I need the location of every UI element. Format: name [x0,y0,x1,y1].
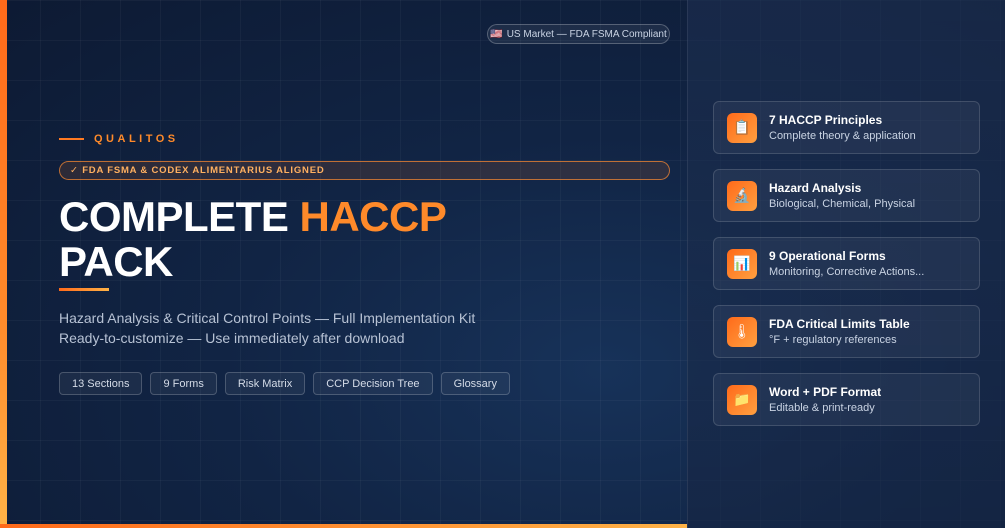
feature-desc: Complete theory & application [769,130,916,142]
chip-glossary: Glossary [440,372,510,395]
feature-card: 🔬 Hazard Analysis Biological, Chemical, … [713,169,980,222]
headline-part1: COMPLETE [59,193,300,240]
market-badge-text: US Market — FDA FSMA Compliant [506,28,667,40]
feature-title: FDA Critical Limits Table [769,317,910,331]
us-flag-icon: 🇺🇸 [490,28,503,40]
feature-title: 7 HACCP Principles [769,113,883,127]
accent-bottom-bar [0,524,687,528]
market-badge: 🇺🇸 US Market — FDA FSMA Compliant [487,24,670,44]
feature-list: 📋 7 HACCP Principles Complete theory & a… [713,101,980,441]
feature-title: 9 Operational Forms [769,249,886,263]
subtitle-line-1: Hazard Analysis & Critical Control Point… [59,310,476,326]
brand-line [59,138,84,140]
chip-list: 13 Sections 9 Forms Risk Matrix CCP Deci… [59,372,510,395]
subtitle: Hazard Analysis & Critical Control Point… [59,308,475,348]
clipboard-icon: 📋 [727,112,757,143]
brand-name: QUALITOS [94,133,179,145]
subtitle-line-2: Ready-to-customize — Use immediately aft… [59,330,405,346]
headline: COMPLETE HACCP PACK [59,193,447,285]
title-underline [59,288,109,291]
thermometer-icon: 🌡 [727,316,757,347]
feature-title: Hazard Analysis [769,181,862,195]
aligned-badge: ✓ FDA FSMA & CODEX ALIMENTARIUS ALIGNED [59,161,670,180]
feature-card: 📋 7 HACCP Principles Complete theory & a… [713,101,980,154]
bar-chart-icon: 📊 [727,248,757,279]
feature-desc: Editable & print-ready [769,402,875,414]
feature-desc: Monitoring, Corrective Actions... [769,266,925,278]
headline-accent: HACCP [299,193,447,240]
feature-desc: °F + regulatory references [769,334,897,346]
chip-ccp-decision-tree: CCP Decision Tree [313,372,433,395]
feature-card: 📁 Word + PDF Format Editable & print-rea… [713,373,980,426]
feature-card: 📊 9 Operational Forms Monitoring, Correc… [713,237,980,290]
feature-card: 🌡 FDA Critical Limits Table °F + regulat… [713,305,980,358]
headline-part2: PACK [59,238,173,285]
microscope-icon: 🔬 [727,180,757,211]
feature-title: Word + PDF Format [769,385,882,399]
chip-forms: 9 Forms [150,372,217,395]
accent-left-bar [0,0,7,528]
folder-icon: 📁 [727,384,757,415]
chip-risk-matrix: Risk Matrix [224,372,306,395]
feature-desc: Biological, Chemical, Physical [769,198,916,210]
brand: QUALITOS [59,133,179,145]
chip-sections: 13 Sections [59,372,143,395]
